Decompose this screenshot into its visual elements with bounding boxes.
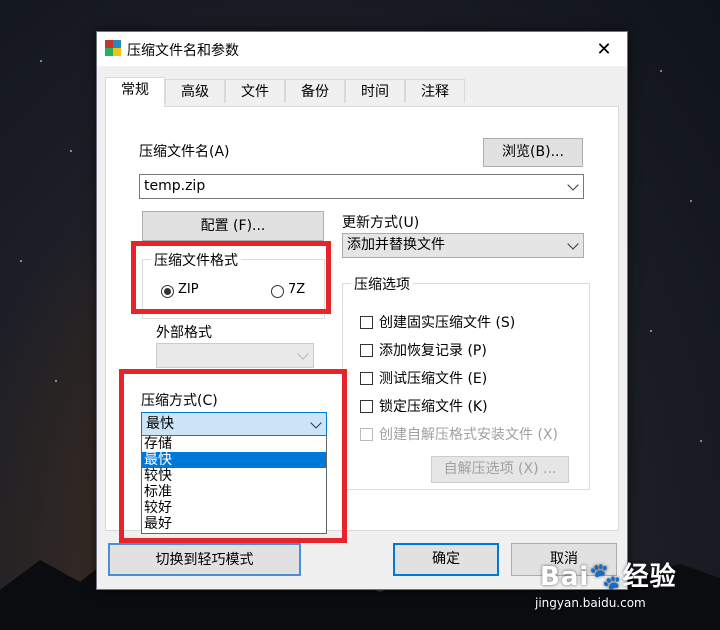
archive-format-group: 压缩文件格式 ZIP 7Z	[142, 250, 325, 319]
chevron-down-icon[interactable]	[310, 416, 322, 429]
list-item[interactable]: 最好	[142, 516, 326, 532]
update-mode-value: 添加并替换文件	[347, 237, 445, 253]
format-zip-label[interactable]: ZIP	[178, 282, 199, 297]
solid-archive-checkbox[interactable]	[360, 316, 373, 329]
list-item[interactable]: 存储	[142, 436, 326, 452]
archive-name-value: temp.zip	[144, 178, 206, 194]
switch-light-mode-button[interactable]: 切换到轻巧模式	[108, 543, 301, 576]
chevron-down-icon	[297, 347, 309, 360]
archive-name-combo[interactable]: temp.zip	[139, 174, 584, 199]
tab-comment[interactable]: 注释	[405, 79, 465, 103]
format-7z-label[interactable]: 7Z	[288, 282, 305, 297]
title-bar[interactable]: 压缩文件名和参数 ✕	[97, 32, 627, 66]
list-item[interactable]: 标准	[142, 484, 326, 500]
list-item[interactable]: 较快	[142, 468, 326, 484]
recovery-record-label[interactable]: 添加恢复记录 (P)	[379, 340, 487, 360]
chevron-down-icon[interactable]	[567, 237, 579, 250]
list-item-selected[interactable]: 最快	[142, 452, 326, 468]
archive-name-label: 压缩文件名(A)	[139, 144, 230, 160]
watermark-url: jingyan.baidu.com	[535, 596, 646, 610]
profiles-button[interactable]: 配置 (F)...	[142, 211, 324, 241]
compression-method-select[interactable]: 最快	[141, 412, 327, 437]
update-mode-select[interactable]: 添加并替换文件	[342, 233, 584, 258]
update-mode-label: 更新方式(U)	[342, 215, 420, 231]
chevron-down-icon[interactable]	[567, 178, 579, 191]
window-title: 压缩文件名和参数	[127, 43, 239, 59]
compression-options-group: 压缩选项 创建固实压缩文件 (S) 添加恢复记录 (P) 测试压缩文件 (E) …	[342, 274, 590, 490]
format-zip-radio[interactable]	[161, 285, 174, 298]
winrar-app-icon	[105, 40, 121, 56]
external-format-select	[156, 343, 314, 368]
sfx-options-button: 自解压选项 (X) ...	[431, 456, 569, 483]
list-item[interactable]: 较好	[142, 500, 326, 516]
recovery-record-checkbox[interactable]	[360, 344, 373, 357]
tab-general[interactable]: 常规	[105, 77, 165, 107]
tab-time[interactable]: 时间	[345, 79, 405, 103]
baidu-jingyan-watermark: Bai🐾经验 jingyan.baidu.com	[535, 556, 677, 610]
compression-options-title: 压缩选项	[351, 274, 413, 294]
lock-archive-checkbox[interactable]	[360, 400, 373, 413]
compression-method-value: 最快	[146, 416, 174, 432]
ok-button[interactable]: 确定	[393, 543, 499, 576]
tab-backup[interactable]: 备份	[285, 79, 345, 103]
close-icon[interactable]: ✕	[581, 32, 627, 66]
format-7z-radio[interactable]	[271, 285, 284, 298]
solid-archive-label[interactable]: 创建固实压缩文件 (S)	[379, 312, 515, 332]
archive-format-title: 压缩文件格式	[151, 250, 241, 270]
tab-files[interactable]: 文件	[225, 79, 285, 103]
watermark-brand: Bai🐾经验	[540, 562, 677, 592]
test-archive-checkbox[interactable]	[360, 372, 373, 385]
external-format-label: 外部格式	[156, 325, 212, 341]
sfx-archive-checkbox	[360, 428, 373, 441]
compression-method-dropdown-list[interactable]: 存储 最快 较快 标准 较好 最好	[141, 435, 327, 534]
browse-button[interactable]: 浏览(B)...	[483, 138, 583, 167]
sfx-archive-label: 创建自解压格式安装文件 (X)	[379, 427, 558, 443]
compression-method-label: 压缩方式(C)	[141, 393, 218, 409]
lock-archive-label[interactable]: 锁定压缩文件 (K)	[379, 396, 488, 416]
test-archive-label[interactable]: 测试压缩文件 (E)	[379, 368, 487, 388]
tab-advanced[interactable]: 高级	[165, 79, 225, 103]
